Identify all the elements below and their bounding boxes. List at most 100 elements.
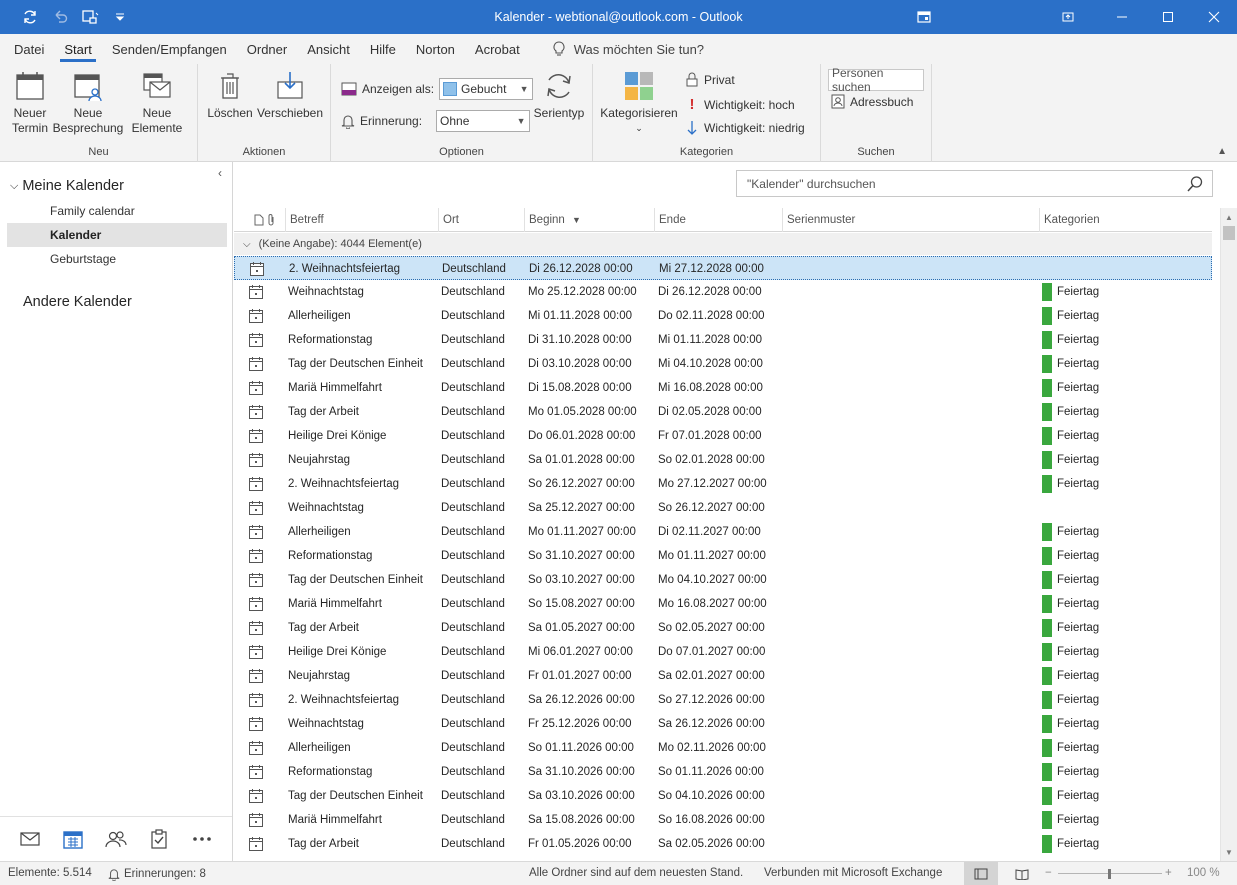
kategorisieren-button[interactable]: Kategorisieren ⌄	[599, 70, 679, 136]
table-row[interactable]: Allerheiligen Deutschland Mi 01.11.2028 00…	[234, 304, 1212, 328]
restore-ribbon-icon[interactable]	[1045, 0, 1091, 34]
cell-start: So 01.11.2026 00:00	[528, 742, 634, 754]
table-row[interactable]: Weihnachtstag Deutschland Mo 25.12.2028 00…	[234, 280, 1212, 304]
table-row[interactable]: Weihnachtstag Deutschland Fr 25.12.2026 00…	[234, 712, 1212, 736]
appointment-icon	[248, 332, 264, 351]
doc-type-icon[interactable]	[254, 214, 264, 229]
minimize-icon[interactable]	[1099, 0, 1145, 34]
tab-ansicht[interactable]: Ansicht	[297, 34, 360, 64]
wichtigkeit-niedrig-button[interactable]: Wichtigkeit: niedrig	[685, 120, 805, 135]
personen-suchen-input[interactable]: Personen suchen	[828, 66, 924, 94]
ribbon-display-options-icon[interactable]	[912, 5, 936, 29]
table-row[interactable]: Allerheiligen Deutschland So 01.11.2026 00…	[234, 736, 1212, 760]
column-serienmuster[interactable]: Serienmuster	[782, 208, 1039, 232]
sync-icon[interactable]	[18, 5, 42, 29]
search-icon[interactable]	[1186, 175, 1204, 196]
column-ort[interactable]: Ort	[438, 208, 524, 232]
table-row[interactable]: 2. Weihnachtsfeiertag Deutschland Di 26.12…	[234, 256, 1212, 280]
cell-location: Deutschland	[442, 263, 506, 275]
zoom-level[interactable]: 100 %	[1187, 862, 1220, 885]
collapse-ribbon-icon[interactable]: ▲	[1217, 146, 1227, 157]
table-row[interactable]: 2. Weihnachtsfeiertag Deutschland So 26.12…	[234, 472, 1212, 496]
andere-kalender-header[interactable]: Andere Kalender	[23, 294, 132, 310]
table-row[interactable]: 2. Weihnachtsfeiertag Deutschland Sa 26.12…	[234, 688, 1212, 712]
zoom-in-icon[interactable]: +	[1165, 862, 1172, 885]
cell-location: Deutschland	[441, 430, 505, 442]
column-kategorien[interactable]: Kategorien	[1039, 208, 1212, 232]
table-row[interactable]: Neujahrstag Deutschland Fr 01.01.2027 00:0…	[234, 664, 1212, 688]
reading-view-icon[interactable]	[1010, 862, 1034, 885]
table-row[interactable]: Neujahrstag Deutschland Sa 01.01.2028 00:0…	[234, 448, 1212, 472]
table-row[interactable]: Tag der Deutschen Einheit Deutschland So 0…	[234, 568, 1212, 592]
neue-elemente-button[interactable]: Neue Elemente	[124, 70, 190, 136]
anzeigen-als-select[interactable]: Gebucht ▼	[439, 78, 534, 100]
zoom-slider-thumb[interactable]	[1108, 869, 1111, 879]
scrollbar-thumb[interactable]	[1223, 226, 1235, 240]
vertical-scrollbar[interactable]: ▲ ▼	[1220, 208, 1237, 861]
neuer-termin-button[interactable]: Neuer Termin	[8, 70, 52, 136]
erinnerung-select[interactable]: Ohne ▼	[436, 110, 531, 132]
more-icon[interactable]	[187, 824, 217, 854]
tab-norton[interactable]: Norton	[406, 34, 465, 64]
print-icon[interactable]	[78, 5, 102, 29]
table-row[interactable]: Reformationstag Deutschland So 31.10.2027 …	[234, 544, 1212, 568]
zoom-out-icon[interactable]: −	[1045, 862, 1052, 885]
table-row[interactable]: Tag der Deutschen Einheit Deutschland Di 0…	[234, 352, 1212, 376]
table-row[interactable]: Heilige Drei Könige Deutschland Do 06.01.2…	[234, 424, 1212, 448]
table-row[interactable]: Tag der Arbeit Deutschland Mo 01.05.2028 0…	[234, 400, 1212, 424]
table-row[interactable]: Tag der Deutschen Einheit Deutschland Sa 0…	[234, 784, 1212, 808]
nav-item-family-calendar[interactable]: Family calendar	[7, 199, 227, 223]
mail-icon[interactable]	[15, 824, 45, 854]
tell-me-box[interactable]: Was möchten Sie tun?	[530, 41, 704, 57]
undo-icon[interactable]	[48, 5, 72, 29]
cell-subject: Mariä Himmelfahrt	[288, 598, 382, 610]
table-row[interactable]: Tag der Arbeit Deutschland Fr 01.05.2026 0…	[234, 832, 1212, 856]
tab-hilfe[interactable]: Hilfe	[360, 34, 406, 64]
cell-subject: Tag der Arbeit	[288, 838, 359, 850]
wichtigkeit-hoch-button[interactable]: ! Wichtigkeit: hoch	[685, 96, 795, 113]
table-row[interactable]: Mariä Himmelfahrt Deutschland Sa 15.08.202…	[234, 808, 1212, 832]
appointment-icon	[248, 692, 264, 711]
table-row[interactable]: Reformationstag Deutschland Sa 31.10.2026 …	[234, 760, 1212, 784]
people-icon[interactable]	[101, 824, 131, 854]
column-ende[interactable]: Ende	[654, 208, 782, 232]
nav-item-geburtstage[interactable]: Geburtstage	[7, 247, 227, 271]
search-input[interactable]: "Kalender" durchsuchen	[736, 170, 1213, 197]
table-row[interactable]: Tag der Arbeit Deutschland Sa 01.05.2027 0…	[234, 616, 1212, 640]
meine-kalender-header[interactable]: ⌵ Meine Kalender	[10, 178, 124, 194]
column-betreff[interactable]: Betreff	[285, 208, 438, 232]
maximize-icon[interactable]	[1145, 0, 1191, 34]
loeschen-button[interactable]: Löschen	[206, 70, 254, 121]
verschieben-button[interactable]: Verschieben	[256, 70, 324, 121]
collapse-folder-pane-icon[interactable]: ‹	[218, 166, 222, 180]
table-row[interactable]: Allerheiligen Deutschland Mo 01.11.2027 00…	[234, 520, 1212, 544]
column-beginn[interactable]: Beginn ▼	[524, 208, 654, 232]
table-row[interactable]: Weihnachtstag Deutschland Sa 25.12.2027 00…	[234, 496, 1212, 520]
tab-senden-empfangen[interactable]: Senden/Empfangen	[102, 34, 237, 64]
tab-ordner[interactable]: Ordner	[237, 34, 297, 64]
scroll-up-icon[interactable]: ▲	[1221, 209, 1237, 225]
table-row[interactable]: Mariä Himmelfahrt Deutschland So 15.08.202…	[234, 592, 1212, 616]
cell-subject: Weihnachtstag	[288, 718, 364, 730]
table-row[interactable]: Mariä Himmelfahrt Deutschland Di 15.08.202…	[234, 376, 1212, 400]
calendar-module-icon[interactable]	[58, 824, 88, 854]
customize-qat-icon[interactable]	[108, 5, 132, 29]
table-row[interactable]: Heilige Drei Könige Deutschland Mi 06.01.2…	[234, 640, 1212, 664]
appointment-icon	[248, 764, 264, 783]
serientyp-button[interactable]: Serientyp	[531, 70, 587, 121]
status-erinnerungen[interactable]: Erinnerungen: 8	[108, 862, 206, 885]
group-header[interactable]: ⌵ (Keine Angabe): 4044 Element(e)	[234, 233, 1212, 255]
privat-button[interactable]: Privat	[685, 72, 735, 87]
normal-view-icon[interactable]	[964, 862, 998, 885]
tab-datei[interactable]: Datei	[4, 34, 54, 64]
neue-besprechung-button[interactable]: Neue Besprechung	[52, 70, 124, 136]
attachment-icon[interactable]	[267, 213, 275, 229]
tasks-icon[interactable]	[144, 824, 174, 854]
nav-item-kalender[interactable]: Kalender	[7, 223, 227, 247]
close-icon[interactable]	[1191, 0, 1237, 34]
table-row[interactable]: Reformationstag Deutschland Di 31.10.2028 …	[234, 328, 1212, 352]
tab-acrobat[interactable]: Acrobat	[465, 34, 530, 64]
adressbuch-button[interactable]: Adressbuch	[831, 94, 913, 109]
tab-start[interactable]: Start	[54, 34, 101, 64]
scroll-down-icon[interactable]: ▼	[1221, 844, 1237, 860]
